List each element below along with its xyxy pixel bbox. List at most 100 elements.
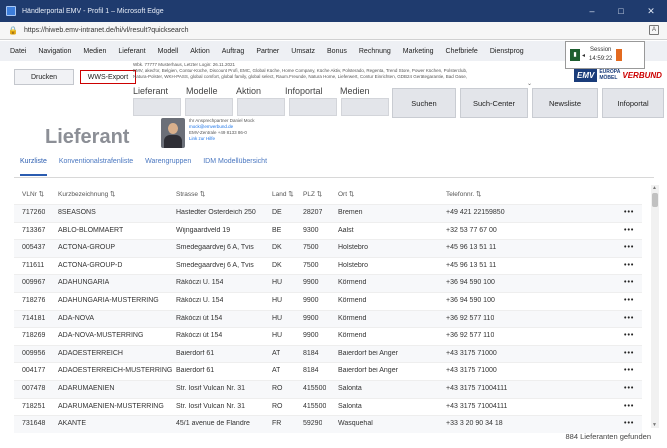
- table-row[interactable]: 713367 ABLO-BLOMMAERT Wijngaardveld 19 BE 93…: [14, 221, 642, 240]
- col-vlnr[interactable]: VLNr ⇅: [22, 190, 44, 198]
- wws-export-button[interactable]: WWS-Export: [80, 70, 136, 84]
- logout-icon[interactable]: [616, 49, 623, 61]
- emv-logo: EMV EUROPA MÖBEL VERBUND: [574, 62, 664, 88]
- window-titlebar: Händlerportal EMV - Profil 1 – Microsoft…: [0, 0, 667, 22]
- subnav-medien[interactable]: Medien: [340, 86, 370, 96]
- menu-item-lieferant[interactable]: Lieferant: [112, 48, 151, 55]
- col-ort[interactable]: Ort ⇅: [338, 190, 354, 198]
- menu-item-datei[interactable]: Datei: [0, 48, 32, 55]
- cell-vlnr: 713367: [22, 226, 46, 234]
- logo-moebel: MÖBEL: [599, 75, 618, 81]
- cell-land: RO: [272, 384, 283, 392]
- table-row[interactable]: 009967 ADAHUNGARIA Rákóczi U. 154 HU 9900 Kör…: [14, 274, 642, 292]
- row-menu-icon[interactable]: •••: [624, 227, 634, 234]
- row-menu-icon[interactable]: •••: [624, 262, 634, 269]
- subnav-modelle[interactable]: Modelle: [186, 86, 218, 96]
- newsliste-button[interactable]: Newsliste: [532, 88, 598, 118]
- address-bar[interactable]: 🔒 https://hiweb.emv-intranet.de/hi/vl/re…: [0, 22, 667, 40]
- scrollbar-thumb[interactable]: [652, 193, 658, 207]
- result-count: 884 Lieferanten gefunden: [565, 432, 652, 441]
- menu-item-umsatz[interactable]: Umsatz: [285, 48, 321, 55]
- cell-kurzbezeichnung: ABLO-BLOMMAERT: [58, 226, 124, 234]
- url-text[interactable]: https://hiweb.emv-intranet.de/hi/vl/resu…: [24, 27, 189, 34]
- cell-kurzbezeichnung: ADAHUNGARIA-MUSTERRING: [58, 296, 159, 304]
- tab-konventionalstrafenliste[interactable]: Konventionalstrafenliste: [59, 158, 133, 176]
- menu-item-modell[interactable]: Modell: [152, 48, 185, 55]
- menu-item-auftrag[interactable]: Auftrag: [216, 48, 251, 55]
- cell-kurzbezeichnung: AKANTE: [58, 420, 87, 428]
- cell-ort: Körmend: [338, 332, 367, 340]
- subnav-box-medien[interactable]: [341, 98, 389, 116]
- col-land[interactable]: Land ⇅: [272, 190, 294, 198]
- row-menu-icon[interactable]: •••: [624, 385, 634, 392]
- maximize-icon[interactable]: □: [606, 0, 636, 22]
- tab-warengruppen[interactable]: Warengruppen: [145, 158, 191, 176]
- row-menu-icon[interactable]: •••: [624, 244, 634, 251]
- table-row[interactable]: 718269 ADA-NOVA-MUSTERRING Rákóczi út 154 H…: [14, 327, 642, 345]
- help-link[interactable]: Link zur Hilfe: [189, 136, 255, 142]
- table-row[interactable]: 718276 ADAHUNGARIA-MUSTERRING Rákóczi U. 1…: [14, 291, 642, 310]
- cell-plz: 9300: [303, 226, 319, 234]
- session-arrow-icon[interactable]: ◂: [582, 52, 585, 59]
- scroll-up-icon[interactable]: ▲: [652, 185, 657, 191]
- row-menu-icon[interactable]: •••: [624, 315, 634, 322]
- subnav-box-modelle[interactable]: [185, 98, 233, 116]
- infoportal-button[interactable]: Infoportal: [602, 88, 664, 118]
- menu-item-aktion[interactable]: Aktion: [184, 48, 215, 55]
- table-scrollbar[interactable]: ▲ ▼: [651, 185, 659, 428]
- menu-item-partner[interactable]: Partner: [250, 48, 285, 55]
- subnav-aktion[interactable]: Aktion: [236, 86, 261, 96]
- table-row[interactable]: 005437 ACTONA-GROUP Smedegaardvej 6 A, Tvi…: [14, 239, 642, 257]
- tab-idm-modelluebersicht[interactable]: IDM Modellübersicht: [203, 158, 267, 176]
- cell-kurzbezeichnung: ACTONA-GROUP: [58, 244, 116, 252]
- row-menu-icon[interactable]: •••: [624, 279, 634, 286]
- subnav-lieferant[interactable]: Lieferant: [133, 86, 168, 96]
- table-row[interactable]: 004177 ADAOESTERREICH-MUSTERRING Baierdorf…: [14, 362, 642, 380]
- menu-item-rechnung[interactable]: Rechnung: [353, 48, 397, 55]
- minimize-icon[interactable]: –: [577, 0, 607, 22]
- col-strasse[interactable]: Strasse ⇅: [176, 190, 205, 198]
- scroll-down-icon[interactable]: ▼: [652, 422, 657, 428]
- table-row[interactable]: 731648 AKANTE 45/1 avenue de Flandre FR 5929…: [14, 415, 642, 433]
- table-row[interactable]: 711611 ACTONA-GROUP-D Smedegaardvej 6 A, T…: [14, 256, 642, 275]
- suchen-button[interactable]: Suchen: [392, 88, 456, 118]
- such-center-button[interactable]: Such-Center: [460, 88, 528, 118]
- lock-icon: 🔒: [8, 26, 18, 35]
- subnav-infoportal[interactable]: Infoportal: [285, 86, 323, 96]
- row-menu-icon[interactable]: •••: [624, 297, 634, 304]
- col-telefonnr[interactable]: Telefonnr. ⇅: [446, 190, 481, 198]
- menu-item-chefbriefe[interactable]: Chefbriefe: [440, 48, 484, 55]
- col-kurzbezeichnung[interactable]: Kurzbezeichnung ⇅: [58, 190, 115, 198]
- subnav-box-aktion[interactable]: [237, 98, 285, 116]
- menu-item-dienstprog[interactable]: Dienstprog: [484, 48, 530, 55]
- info-scroll-icon[interactable]: ⌄: [527, 80, 532, 87]
- tab-kurzliste[interactable]: Kurzliste: [20, 158, 47, 176]
- row-menu-icon[interactable]: •••: [624, 403, 634, 410]
- close-icon[interactable]: ✕: [636, 0, 666, 22]
- row-menu-icon[interactable]: •••: [624, 420, 634, 427]
- subnav-box-infoportal[interactable]: [289, 98, 337, 116]
- table-row[interactable]: 718251 ADARUMAENIEN-MUSTERRING Str. Iosif …: [14, 397, 642, 416]
- cell-land: AT: [272, 367, 281, 375]
- col-plz[interactable]: PLZ ⇅: [303, 190, 322, 198]
- print-button[interactable]: Drucken: [14, 69, 74, 85]
- cell-telefonnr: +43 3175 71004111: [446, 402, 508, 410]
- menu-item-medien[interactable]: Medien: [77, 48, 112, 55]
- table-row[interactable]: 714181 ADA-NOVA Rákóczi út 154 HU 9900 Körmen…: [14, 309, 642, 328]
- subnav-box-lieferant[interactable]: [133, 98, 181, 116]
- row-menu-icon[interactable]: •••: [624, 367, 634, 374]
- reader-view-icon[interactable]: A: [649, 25, 659, 35]
- table-row[interactable]: 717260 8SEASONS Hastedter Osterdeich 250 DE…: [14, 204, 642, 222]
- row-menu-icon[interactable]: •••: [624, 350, 634, 357]
- cell-vlnr: 005437: [22, 244, 46, 252]
- menu-item-navigation[interactable]: Navigation: [32, 48, 77, 55]
- cell-plz: 28207: [303, 209, 323, 216]
- row-menu-icon[interactable]: •••: [624, 209, 634, 216]
- menu-item-marketing[interactable]: Marketing: [397, 48, 440, 55]
- table-row[interactable]: 009956 ADAOESTERREICH Baierdorf 61 AT 8184 Ba…: [14, 344, 642, 363]
- row-menu-icon[interactable]: •••: [624, 332, 634, 339]
- cell-plz: 7500: [303, 244, 319, 252]
- table-row[interactable]: 007478 ADARUMAENIEN Str. Iosif Vulcan Nr. …: [14, 379, 642, 398]
- cell-vlnr: 009967: [22, 279, 46, 287]
- menu-item-bonus[interactable]: Bonus: [321, 48, 353, 55]
